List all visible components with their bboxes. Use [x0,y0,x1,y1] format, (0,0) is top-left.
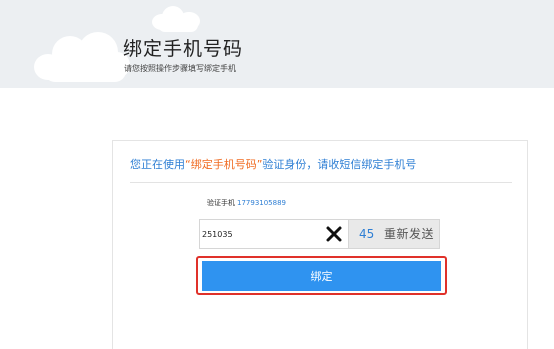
notice-suffix: 验证身份，请收短信绑定手机号 [262,158,417,171]
notice-method-highlight: “绑定手机号码” [185,158,263,171]
close-x-icon[interactable] [323,223,345,245]
sms-code-field [199,219,349,249]
bind-phone-page: 绑定手机号码 请您按照操作步骤填写绑定手机 您正在使用“绑定手机号码”验证身份，… [0,0,554,349]
page-title: 绑定手机号码 [123,38,244,60]
verify-phone-line: 验证手机 17793105889 [207,199,286,208]
resend-countdown: 45 [359,227,375,241]
bind-submit-button[interactable]: 绑定 [202,261,441,291]
sms-code-input[interactable] [200,220,320,248]
notice-prefix: 您正在使用 [130,158,185,171]
divider [130,182,512,183]
page-subtitle: 请您按照操作步骤填写绑定手机 [124,64,236,73]
resend-sms-button[interactable]: 45 重新发送 [349,219,440,249]
verify-phone-number: 17793105889 [237,199,286,207]
resend-label: 重新发送 [384,227,435,241]
verification-notice: 您正在使用“绑定手机号码”验证身份，请收短信绑定手机号 [130,158,416,172]
page-header: 绑定手机号码 请您按照操作步骤填写绑定手机 [0,0,554,88]
bind-phone-card: 您正在使用“绑定手机号码”验证身份，请收短信绑定手机号 验证手机 17793105… [112,140,528,349]
verify-phone-label: 验证手机 [207,199,235,207]
